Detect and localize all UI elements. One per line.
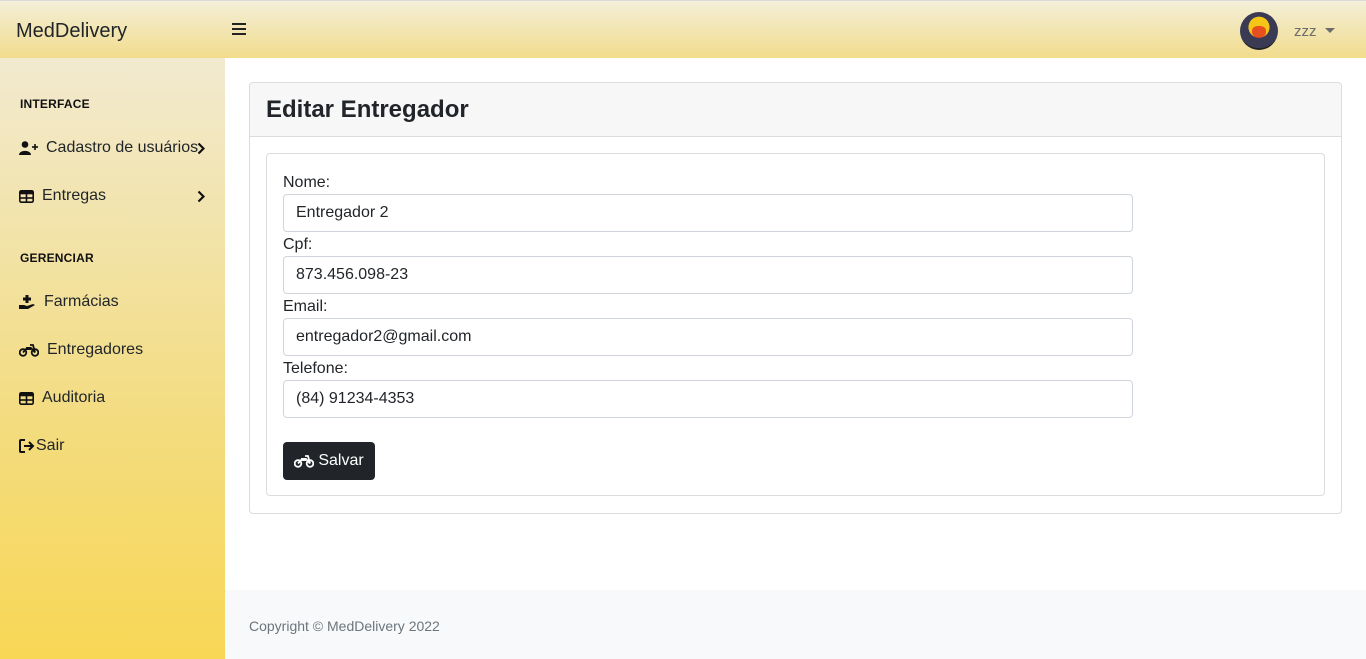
sidebar-heading-interface: INTERFACE xyxy=(20,97,90,111)
user-dropdown[interactable]: zzz xyxy=(1294,23,1335,40)
sidebar-toggle-icon[interactable] xyxy=(232,23,246,37)
sidebar-item-entregas[interactable]: Entregas xyxy=(19,184,209,208)
brand-logo[interactable]: MedDelivery xyxy=(16,20,127,43)
user-name: zzz xyxy=(1294,23,1317,40)
sidebar-item-label: Entregadores xyxy=(47,341,144,358)
email-input[interactable] xyxy=(283,318,1133,356)
user-plus-icon xyxy=(19,141,38,155)
telefone-input[interactable] xyxy=(283,380,1133,418)
top-navbar: MedDelivery zzz xyxy=(0,0,1366,58)
sidebar-item-entregadores[interactable]: Entregadores xyxy=(19,338,209,362)
sidebar: INTERFACE Cadastro de usuários Entregas … xyxy=(0,58,225,659)
chevron-right-icon xyxy=(197,190,205,203)
caret-down-icon xyxy=(1324,28,1335,33)
sidebar-item-label: Cadastro de usuários xyxy=(46,139,199,156)
footer: Copyright © MedDelivery 2022 xyxy=(225,590,1366,659)
telefone-label: Telefone: xyxy=(283,360,348,377)
sidebar-item-label: Sair xyxy=(36,437,65,454)
nome-input[interactable] xyxy=(283,194,1133,232)
sidebar-item-label: Auditoria xyxy=(42,389,106,406)
sidebar-item-cadastro-usuarios[interactable]: Cadastro de usuários xyxy=(19,136,209,160)
cpf-input[interactable] xyxy=(283,256,1133,294)
table-icon xyxy=(19,189,34,203)
cpf-label: Cpf: xyxy=(283,236,313,253)
sidebar-item-label: Entregas xyxy=(42,187,107,204)
table-icon xyxy=(19,391,34,405)
chevron-right-icon xyxy=(197,142,205,155)
sidebar-item-farmacias[interactable]: Farmácias xyxy=(19,290,209,314)
sidebar-heading-gerenciar: GERENCIAR xyxy=(20,251,94,265)
sign-out-icon xyxy=(19,439,35,453)
sidebar-item-label: Farmácias xyxy=(44,293,119,310)
save-button[interactable]: Salvar xyxy=(283,442,375,480)
sidebar-item-auditoria[interactable]: Auditoria xyxy=(19,386,209,410)
nome-label: Nome: xyxy=(283,174,331,191)
copyright-text: Copyright © MedDelivery 2022 xyxy=(249,618,440,634)
sidebar-item-sair[interactable]: Sair xyxy=(19,434,209,458)
avatar[interactable] xyxy=(1240,12,1278,50)
motorcycle-icon xyxy=(19,343,39,357)
hand-holding-medical-icon xyxy=(19,295,35,309)
email-label: Email: xyxy=(283,298,328,315)
page-title: Editar Entregador xyxy=(266,96,469,123)
courier-form: Nome: Cpf: Email: Telefone: Salvar xyxy=(266,153,1325,496)
motorcycle-icon xyxy=(294,454,315,468)
save-button-label: Salvar xyxy=(318,452,364,469)
edit-courier-card: Editar Entregador Nome: Cpf: Email: Tele… xyxy=(249,82,1342,514)
